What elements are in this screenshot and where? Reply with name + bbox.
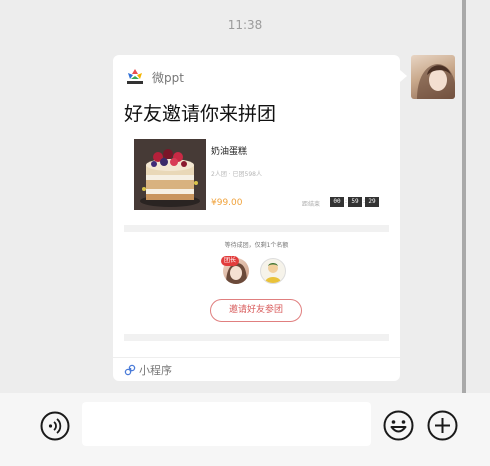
section-divider	[124, 334, 389, 341]
product-meta: 2人团 · 已团598人	[211, 171, 262, 178]
card-title: 好友邀请你来拼团	[124, 103, 277, 125]
mini-program-icon	[124, 364, 136, 376]
invite-friends-button[interactable]: 邀请好友参团	[210, 299, 302, 322]
bubble-tail	[400, 70, 407, 82]
countdown-seconds: 29	[365, 197, 379, 207]
message-timestamp: 11:38	[227, 18, 263, 32]
product-name: 奶油蛋糕	[211, 147, 248, 157]
mini-program-label: 小程序	[139, 364, 172, 377]
countdown-separator: :	[345, 198, 348, 205]
message-input[interactable]	[82, 402, 371, 446]
mini-program-tag: 小程序	[124, 362, 172, 378]
countdown-minutes: 59	[348, 197, 362, 207]
card-footer-divider	[113, 357, 400, 358]
mini-program-card[interactable]: 微ppt 好友邀请你来拼团 奶油蛋糕 2人团 · 已团598人 ¥99.00 距…	[113, 55, 400, 381]
countdown-label: 距结束	[302, 201, 321, 208]
source-logo-icon	[127, 69, 143, 84]
card-source: 微ppt	[124, 67, 184, 87]
sender-avatar[interactable]	[411, 55, 455, 99]
leader-badge: 团长	[221, 256, 240, 266]
section-divider	[124, 225, 389, 232]
source-name: 微ppt	[152, 70, 184, 85]
emoji-icon[interactable]	[383, 410, 414, 441]
product-image	[134, 139, 206, 210]
group-hint: 等待成团，仅剩1个名额	[224, 242, 289, 249]
scrollbar[interactable]	[462, 0, 466, 393]
voice-icon[interactable]	[40, 411, 70, 441]
countdown-hours: 00	[330, 197, 344, 207]
empty-member-avatar	[260, 258, 286, 284]
plus-icon[interactable]	[427, 410, 458, 441]
product-price: ¥99.00	[211, 198, 243, 208]
